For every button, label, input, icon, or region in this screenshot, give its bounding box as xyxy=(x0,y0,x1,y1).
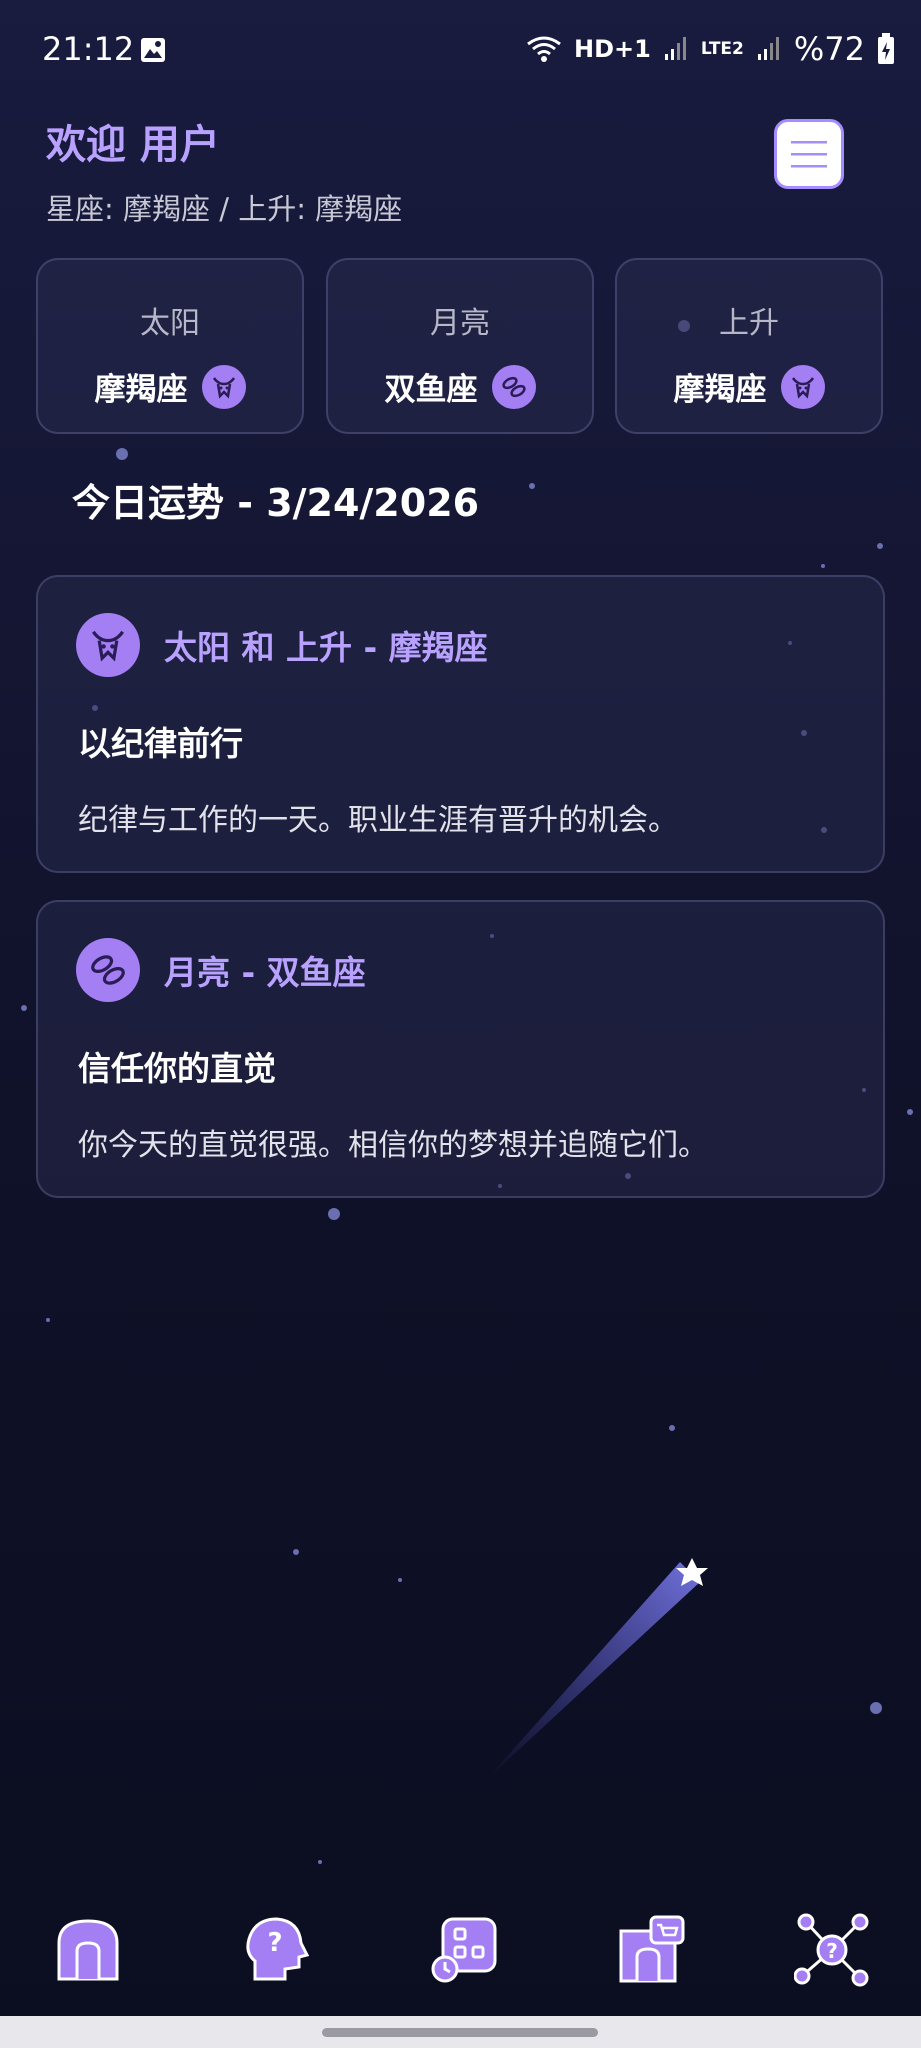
nav-insight[interactable]: ? xyxy=(236,1910,316,1990)
status-time: 21:12 xyxy=(42,30,135,68)
status-bar: 21:12 HD+1 LTE2 %72 xyxy=(0,0,921,104)
nav-network[interactable]: ? xyxy=(792,1910,872,1990)
network-question-icon: ? xyxy=(794,1913,869,1987)
home-icon xyxy=(57,1919,119,1981)
menu-button[interactable] xyxy=(774,119,844,189)
horoscope-card-subtitle: 信任你的直觉 xyxy=(78,1049,276,1088)
shop-icon xyxy=(619,1915,685,1983)
user-signs-summary: 星座: 摩羯座 / 上升: 摩羯座 xyxy=(46,192,403,226)
nav-apps[interactable] xyxy=(424,1910,504,1990)
battery-percent: %72 xyxy=(793,30,865,68)
sun-sign-value: 摩羯座 xyxy=(94,372,188,408)
signal-icon-2 xyxy=(757,37,779,60)
gallery-icon xyxy=(141,38,165,62)
bottom-navigation: ? ? xyxy=(0,1900,921,2016)
nav-shop[interactable] xyxy=(612,1910,692,1990)
capricorn-icon xyxy=(76,613,140,677)
rising-sign-value: 摩羯座 xyxy=(673,372,767,408)
home-indicator[interactable] xyxy=(322,2028,598,2037)
wifi-icon xyxy=(527,36,561,62)
svg-text:?: ? xyxy=(267,1928,282,1958)
svg-text:?: ? xyxy=(826,1939,838,1963)
rising-label: 上升 xyxy=(719,306,779,341)
capricorn-icon xyxy=(780,364,825,409)
hamburger-icon xyxy=(791,141,827,168)
pisces-icon xyxy=(491,364,536,409)
signal-icon xyxy=(664,37,686,60)
sun-sign-card[interactable]: 太阳 摩羯座 xyxy=(36,258,304,434)
horoscope-card-title: 太阳 和 上升 - 摩羯座 xyxy=(164,628,488,667)
apps-icon xyxy=(431,1917,497,1983)
horoscope-card-moon[interactable]: 月亮 - 双鱼座 信任你的直觉 你今天的直觉很强。相信你的梦想并追随它们。 xyxy=(36,900,885,1198)
system-gesture-bar xyxy=(0,2016,921,2048)
daily-horoscope-title: 今日运势 - 3/24/2026 xyxy=(72,481,480,525)
pisces-icon xyxy=(76,938,140,1002)
horoscope-card-text: 你今天的直觉很强。相信你的梦想并追随它们。 xyxy=(78,1128,708,1163)
horoscope-card-sun-rising[interactable]: 太阳 和 上升 - 摩羯座 以纪律前行 纪律与工作的一天。职业生涯有晋升的机会。 xyxy=(36,575,885,873)
capricorn-icon xyxy=(201,364,246,409)
welcome-title: 欢迎 用户 xyxy=(46,122,220,168)
horoscope-card-text: 纪律与工作的一天。职业生涯有晋升的机会。 xyxy=(78,803,678,838)
moon-sign-card[interactable]: 月亮 双鱼座 xyxy=(326,258,594,434)
mind-question-icon: ? xyxy=(246,1917,310,1981)
lte-label: LTE2 xyxy=(700,39,744,59)
network-type: HD+1 xyxy=(573,35,651,63)
moon-label: 月亮 xyxy=(430,306,490,341)
nav-home[interactable] xyxy=(48,1910,128,1990)
horoscope-card-title: 月亮 - 双鱼座 xyxy=(164,953,366,992)
battery-icon xyxy=(878,33,894,64)
moon-sign-value: 双鱼座 xyxy=(384,372,478,408)
horoscope-card-subtitle: 以纪律前行 xyxy=(78,724,243,763)
sun-label: 太阳 xyxy=(140,306,200,341)
rising-sign-card[interactable]: 上升 摩羯座 xyxy=(615,258,883,434)
